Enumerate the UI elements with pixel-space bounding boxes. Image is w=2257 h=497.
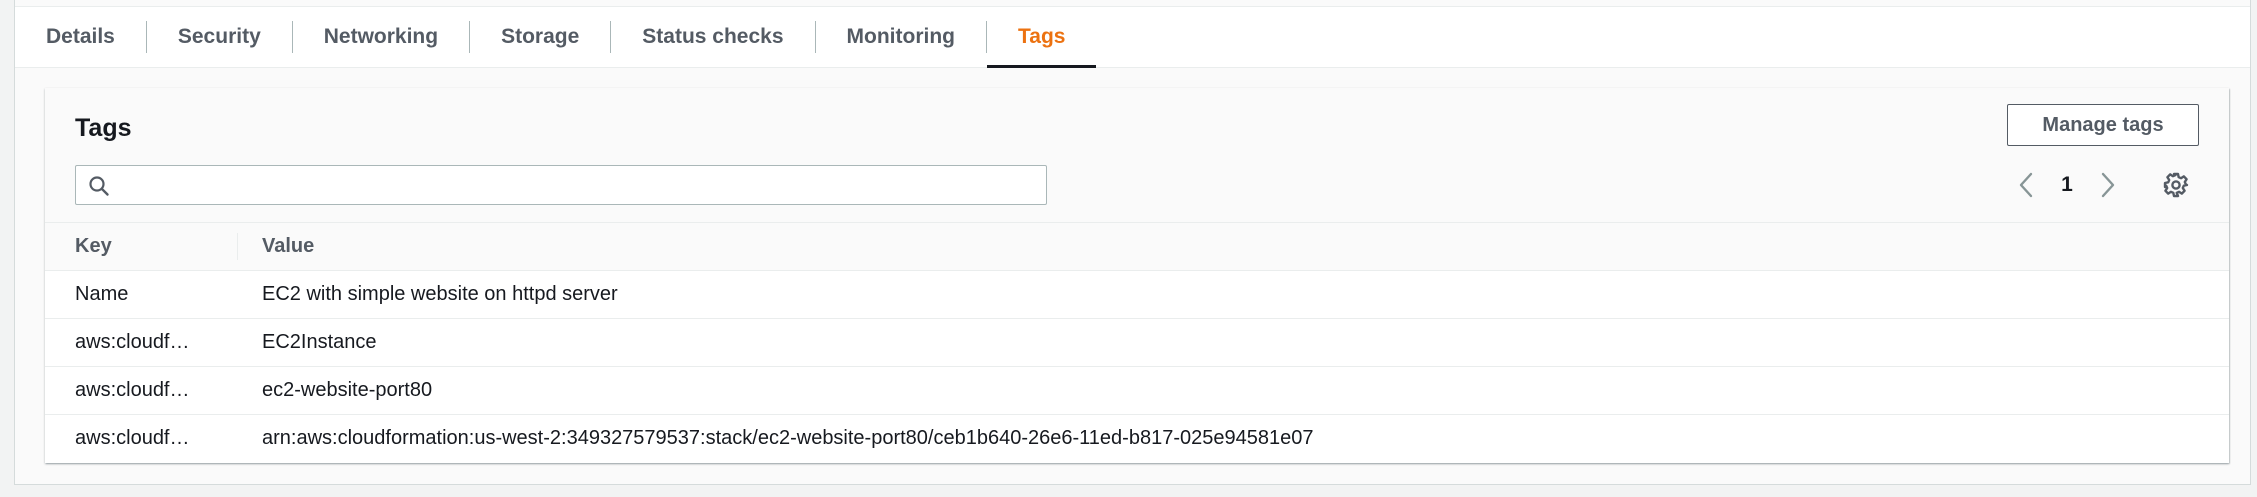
search-input[interactable] xyxy=(118,166,1042,206)
tab-storage[interactable]: Storage xyxy=(470,7,610,67)
table-row: aws:cloudf… EC2Instance xyxy=(45,318,2229,367)
tag-key-cell: aws:cloudf… xyxy=(45,366,238,415)
tab-security[interactable]: Security xyxy=(147,7,292,67)
tab-networking[interactable]: Networking xyxy=(293,7,469,67)
panel-title: Tags xyxy=(75,114,132,142)
tags-panel-header: Tags Manage tags 1 xyxy=(45,88,2229,222)
manage-tags-button[interactable]: Manage tags xyxy=(2007,104,2199,146)
tab-monitoring[interactable]: Monitoring xyxy=(816,7,986,67)
tag-value-cell: EC2Instance xyxy=(238,318,2229,367)
tab-status-checks[interactable]: Status checks xyxy=(611,7,814,67)
previous-page-button[interactable] xyxy=(2011,168,2041,202)
tags-table: Key Value Name EC2 with simple website o… xyxy=(45,222,2229,462)
column-header-key[interactable]: Key xyxy=(45,222,238,271)
tab-details[interactable]: Details xyxy=(15,7,146,67)
tag-key-cell: aws:cloudf… xyxy=(45,318,238,367)
tag-key-cell: Name xyxy=(45,270,238,319)
table-row: aws:cloudf… ec2-website-port80 xyxy=(45,366,2229,415)
pagination: 1 xyxy=(2011,168,2193,202)
instance-detail-container: Details Security Networking Storage Stat… xyxy=(14,0,2251,485)
next-page-button[interactable] xyxy=(2093,168,2123,202)
tag-value-cell: EC2 with simple website on httpd server xyxy=(238,270,2229,319)
tab-tags[interactable]: Tags xyxy=(987,7,1097,68)
tag-value-cell: ec2-website-port80 xyxy=(238,366,2229,415)
gear-icon xyxy=(2163,172,2189,198)
current-page-number[interactable]: 1 xyxy=(2041,173,2093,197)
tags-panel: Tags Manage tags 1 Key Value Name EC2 wi… xyxy=(45,88,2229,463)
search-icon xyxy=(89,176,109,196)
tag-key-cell: aws:cloudf… xyxy=(75,427,190,449)
chevron-right-icon xyxy=(2101,172,2115,198)
table-row: Name EC2 with simple website on httpd se… xyxy=(45,270,2229,319)
preferences-button[interactable] xyxy=(2159,168,2193,202)
table-row: aws:cloudf… arn:aws:cloudformation:us-we… xyxy=(45,415,2229,463)
chevron-left-icon xyxy=(2019,172,2033,198)
tab-bar: Details Security Networking Storage Stat… xyxy=(15,6,2250,68)
tag-value-cell: arn:aws:cloudformation:us-west-2:3493275… xyxy=(262,427,1314,449)
column-header-value[interactable]: Value xyxy=(238,222,2229,271)
table-header-row: Key Value xyxy=(45,222,2229,271)
search-box[interactable] xyxy=(75,165,1047,206)
